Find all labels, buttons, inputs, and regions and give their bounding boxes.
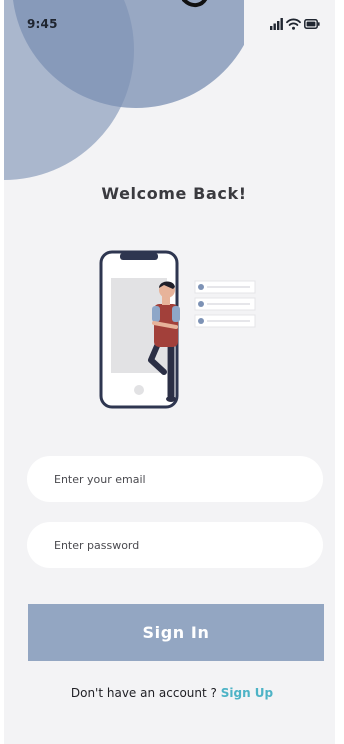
wifi-icon xyxy=(286,18,301,30)
status-bar: 9:45 xyxy=(4,0,335,50)
password-field[interactable] xyxy=(27,522,323,568)
no-account-text: Don't have an account ? xyxy=(70,686,217,700)
page-title: Welcome Back! xyxy=(101,184,247,203)
sign-up-link[interactable]: Sign Up xyxy=(221,686,273,700)
login-screen: 9:45 Welcome Back! Enter your email Sign… xyxy=(4,0,335,744)
signup-prompt: Don't have an account ? Sign Up xyxy=(0,686,344,700)
battery-icon xyxy=(304,19,320,29)
status-icons xyxy=(270,16,320,32)
sign-in-button[interactable]: Sign In xyxy=(28,604,324,661)
signal-icon xyxy=(270,18,283,30)
status-time: 9:45 xyxy=(27,17,58,31)
login-illustration xyxy=(99,250,256,409)
email-field[interactable] xyxy=(27,456,323,502)
